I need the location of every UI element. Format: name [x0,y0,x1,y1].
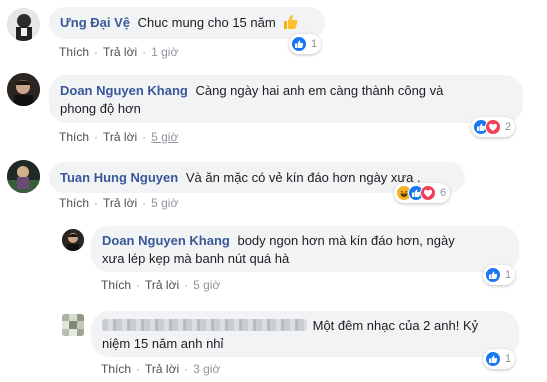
avatar[interactable] [62,229,84,251]
reply-link[interactable]: Trả lời [103,196,137,210]
comment-actions: Thích · Trả lời · 5 giờ [59,130,179,144]
comment-actions: Thích · Trả lời · 5 giờ [59,196,179,210]
like-link[interactable]: Thích [59,130,89,144]
reply-actions: Thích · Trả lời · 5 giờ [101,278,221,292]
comment-text-continued: phong độ hơn [60,101,141,116]
avatar-obscured[interactable] [62,314,84,336]
reply-link[interactable]: Trả lời [103,45,137,59]
reaction-summary[interactable]: 2 [471,117,516,137]
comment-timestamp[interactable]: 5 giờ [151,196,178,210]
reply-actions: Thích · Trả lời · 3 giờ [101,362,221,376]
reply-link[interactable]: Trả lời [145,278,179,292]
reply-author[interactable]: Doan Nguyen Khang [102,233,230,248]
comment-author[interactable]: Doan Nguyen Khang [60,83,188,98]
reply-timestamp[interactable]: 3 giờ [193,362,220,376]
reply-link[interactable]: Trả lời [145,362,179,376]
like-link[interactable]: Thích [101,362,131,376]
like-reaction-icon [291,36,307,52]
comment-author[interactable]: Tuan Hung Nguyen [60,170,178,185]
reaction-summary[interactable]: 1 [483,349,516,369]
avatar-photo-icon [7,8,40,41]
like-link[interactable]: Thích [59,45,89,59]
comment-timestamp[interactable]: 1 giờ [151,45,178,59]
reaction-summary[interactable]: 1 [483,265,516,285]
reply-link[interactable]: Trả lời [103,130,137,144]
reply-text: Một đêm nhạc của 2 anh! Kỷ [312,318,479,333]
comment-text: Chuc mung cho 15 năm [137,15,276,30]
like-reaction-icon [485,351,501,367]
reply-timestamp[interactable]: 5 giờ [193,278,220,292]
comment-actions: Thích · Trả lời · 1 giờ [59,45,179,59]
reaction-count: 1 [505,269,512,281]
comment-text: Càng ngày hai anh em càng thành công và [195,83,444,98]
love-reaction-icon [485,119,501,135]
love-reaction-icon [420,185,436,201]
like-reaction-icon [485,267,501,283]
reaction-count: 6 [440,187,447,199]
reply-bubble: Một đêm nhạc của 2 anh! Kỷ niệm 15 năm a… [91,311,519,357]
reply-text-continued: niệm 15 năm anh nhỉ [102,336,224,351]
reply-bubble: Doan Nguyen Khang body ngon hơn mà kín đ… [91,226,519,272]
avatar-photo-icon [7,160,40,193]
comment-timestamp[interactable]: 5 giờ [151,130,178,144]
comment-author[interactable]: Ưng Đại Vệ [60,15,130,30]
reaction-summary[interactable]: 6 [394,183,451,203]
obscured-author-name [102,319,307,331]
reply-text-continued: xưa lép kẹp mà banh nút quá hà [102,251,290,266]
comment-bubble: Doan Nguyen Khang Càng ngày hai anh em c… [49,75,523,123]
reaction-summary[interactable]: 1 [289,34,322,54]
like-link[interactable]: Thích [101,278,131,292]
comment-text: Và ăn mặc có vẻ kín đáo hơn ngày xưa . [185,170,421,185]
avatar[interactable] [7,160,40,193]
avatar-photo-icon [62,229,84,251]
avatar-photo-icon [7,73,40,106]
avatar[interactable] [7,73,40,106]
reaction-count: 2 [505,121,512,133]
reaction-count: 1 [311,38,318,50]
avatar[interactable] [7,8,40,41]
comment-bubble: Ưng Đại Vệ Chuc mung cho 15 năm [49,7,325,39]
reaction-count: 1 [505,353,512,365]
like-link[interactable]: Thích [59,196,89,210]
reply-text: body ngon hơn mà kín đáo hơn, ngày [237,233,455,248]
thumbs-up-emoji-icon [282,14,298,35]
pixelated-avatar-icon [62,314,84,336]
